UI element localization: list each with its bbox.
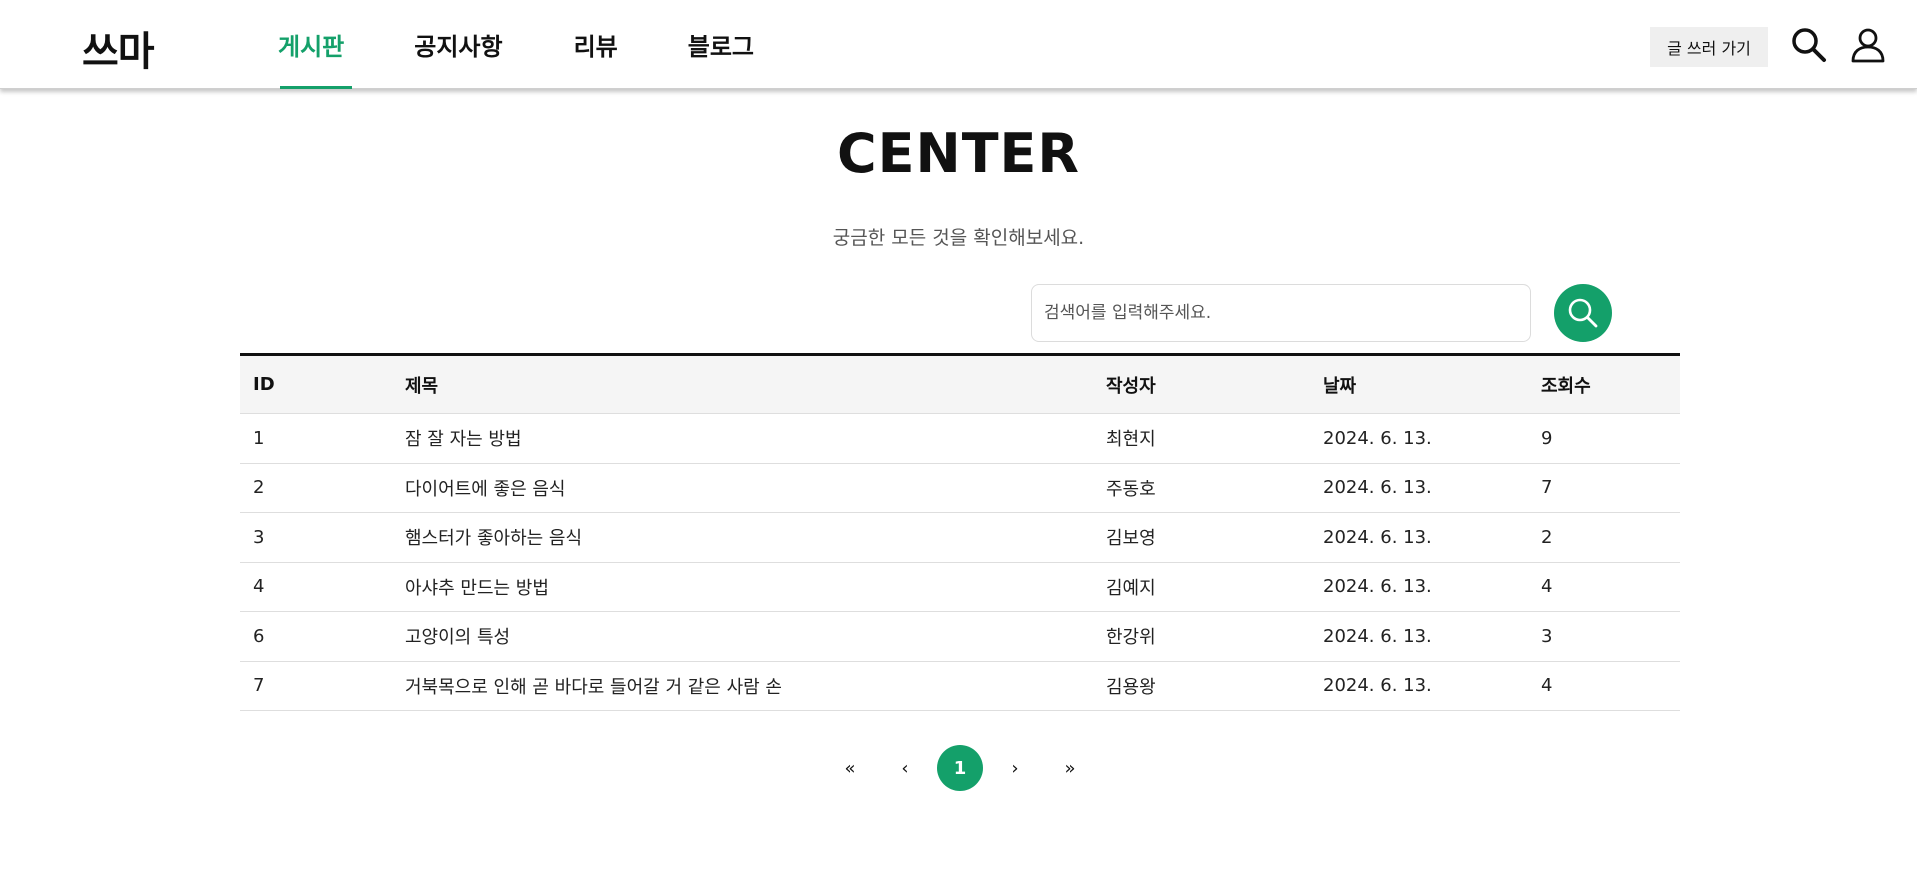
cell-id: 7 — [240, 661, 392, 711]
board-table: ID 제목 작성자 날짜 조회수 1 잠 잘 자는 방법 최현지 2024. 6… — [240, 353, 1680, 711]
page-subtitle: 궁금한 모든 것을 확인해보세요. — [832, 227, 1085, 249]
cell-title[interactable]: 햄스터가 좋아하는 음식 — [392, 512, 1093, 563]
cell-author: 김용왕 — [1093, 661, 1310, 711]
first-page-button[interactable]: « — [827, 745, 873, 791]
table-row[interactable]: 7 거북목으로 인해 곧 바다로 들어갈 거 같은 사람 손 김용왕 2024.… — [240, 661, 1680, 711]
cell-title[interactable]: 다이어트에 좋은 음식 — [392, 463, 1093, 513]
cell-title[interactable]: 아샤추 만드는 방법 — [392, 562, 1093, 612]
cell-views: 7 — [1528, 463, 1680, 513]
search-input[interactable] — [1031, 284, 1531, 342]
nav-item-review[interactable]: 리뷰 — [574, 0, 618, 89]
cell-date: 2024. 6. 13. — [1310, 611, 1528, 662]
nav-item-notice[interactable]: 공지사항 — [414, 0, 502, 89]
column-header-date: 날짜 — [1310, 354, 1528, 414]
search-icon[interactable] — [1790, 26, 1828, 64]
cell-author: 주동호 — [1093, 463, 1310, 513]
cell-id: 1 — [240, 413, 392, 464]
cell-author: 최현지 — [1093, 413, 1310, 464]
last-page-button[interactable]: » — [1047, 745, 1093, 791]
table-row[interactable]: 1 잠 잘 자는 방법 최현지 2024. 6. 13. 9 — [240, 413, 1680, 464]
cell-id: 6 — [240, 611, 392, 662]
user-icon[interactable] — [1849, 26, 1887, 64]
cell-title[interactable]: 거북목으로 인해 곧 바다로 들어갈 거 같은 사람 손 — [392, 661, 1093, 711]
search-icon — [1568, 298, 1598, 328]
cell-title[interactable]: 고양이의 특성 — [392, 611, 1093, 662]
page-button-current[interactable]: 1 — [937, 745, 983, 791]
cell-date: 2024. 6. 13. — [1310, 562, 1528, 612]
prev-page-button[interactable]: ‹ — [882, 745, 928, 791]
cell-views: 4 — [1528, 562, 1680, 612]
nav-item-board[interactable]: 게시판 — [278, 0, 353, 89]
cell-title[interactable]: 잠 잘 자는 방법 — [392, 413, 1093, 464]
site-logo[interactable]: 쓰마 — [82, 19, 155, 77]
nav-item-blog[interactable]: 블로그 — [688, 0, 754, 89]
cell-date: 2024. 6. 13. — [1310, 661, 1528, 711]
cell-date: 2024. 6. 13. — [1310, 512, 1528, 563]
column-header-title: 제목 — [392, 354, 1093, 414]
cell-id: 3 — [240, 512, 392, 563]
page-title: CENTER — [836, 122, 1080, 185]
cell-date: 2024. 6. 13. — [1310, 413, 1528, 464]
cell-views: 4 — [1528, 661, 1680, 711]
column-header-author: 작성자 — [1093, 354, 1310, 414]
write-post-button[interactable]: 글 쓰러 가기 — [1650, 27, 1768, 67]
cell-author: 김예지 — [1093, 562, 1310, 612]
table-header-row: ID 제목 작성자 날짜 조회수 — [240, 354, 1680, 414]
column-header-id: ID — [240, 354, 392, 414]
cell-author: 한강위 — [1093, 611, 1310, 662]
cell-id: 4 — [240, 562, 392, 612]
main-nav: 게시판 공지사항 리뷰 블로그 — [278, 0, 754, 89]
search-submit-button[interactable] — [1554, 284, 1612, 342]
table-row[interactable]: 3 햄스터가 좋아하는 음식 김보영 2024. 6. 13. 2 — [240, 512, 1680, 563]
table-row[interactable]: 4 아샤추 만드는 방법 김예지 2024. 6. 13. 4 — [240, 562, 1680, 612]
cell-views: 3 — [1528, 611, 1680, 662]
cell-date: 2024. 6. 13. — [1310, 463, 1528, 513]
table-row[interactable]: 2 다이어트에 좋은 음식 주동호 2024. 6. 13. 7 — [240, 463, 1680, 513]
next-page-button[interactable]: › — [992, 745, 1038, 791]
cell-author: 김보영 — [1093, 512, 1310, 563]
table-row[interactable]: 6 고양이의 특성 한강위 2024. 6. 13. 3 — [240, 611, 1680, 662]
top-header: 쓰마 게시판 공지사항 리뷰 블로그 글 쓰러 가기 — [0, 0, 1917, 89]
cell-views: 9 — [1528, 413, 1680, 464]
cell-id: 2 — [240, 463, 392, 513]
cell-views: 2 — [1528, 512, 1680, 563]
pagination: « ‹ 1 › » — [0, 745, 1917, 791]
column-header-views: 조회수 — [1528, 354, 1680, 414]
